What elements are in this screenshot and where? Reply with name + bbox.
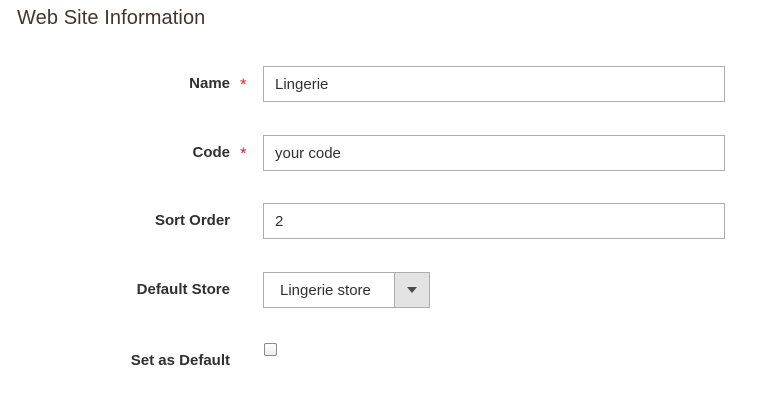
section-title: Web Site Information	[17, 7, 206, 29]
set-as-default-label: Set as Default	[130, 352, 230, 369]
set-as-default-checkbox[interactable]	[264, 343, 277, 356]
required-marker: *	[240, 144, 247, 163]
field-row-set-as-default: Set as Default	[0, 343, 768, 379]
name-input[interactable]	[263, 66, 725, 102]
sort-order-input[interactable]	[263, 203, 725, 239]
code-input[interactable]	[263, 135, 725, 171]
field-row-sort-order: Sort Order	[0, 203, 768, 239]
default-store-selected-value: Lingerie store	[280, 282, 371, 299]
web-site-information-form: Web Site Information Name * Code * Sort …	[0, 0, 768, 402]
name-label: Name	[189, 75, 230, 92]
default-store-select[interactable]: Lingerie store	[263, 272, 430, 308]
sort-order-label: Sort Order	[154, 212, 230, 229]
required-marker: *	[240, 75, 247, 94]
code-label: Code	[192, 144, 231, 161]
chevron-down-icon	[407, 287, 417, 293]
field-row-default-store: Default Store Lingerie store	[0, 272, 768, 308]
select-toggle-button[interactable]	[394, 273, 429, 307]
default-store-label: Default Store	[136, 281, 230, 298]
field-row-name: Name *	[0, 66, 768, 102]
field-row-code: Code *	[0, 135, 768, 171]
